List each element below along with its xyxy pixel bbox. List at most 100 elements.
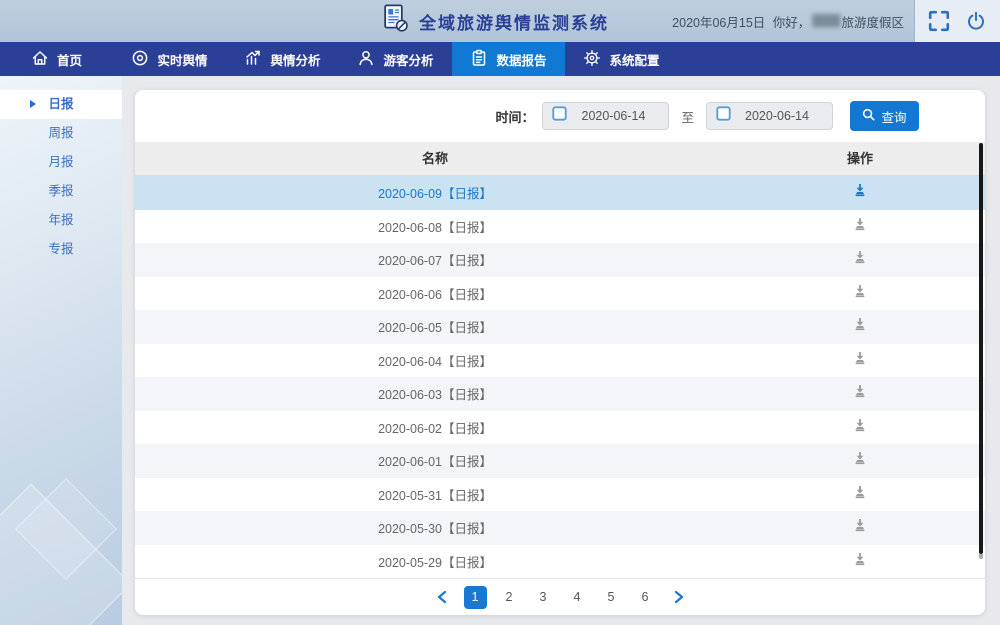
report-name-link[interactable]: 2020-06-03【日报】 [135, 384, 735, 403]
table-row: 2020-06-07【日报】 [135, 243, 985, 277]
nav-tab-home[interactable]: 首页 [0, 42, 113, 76]
sidebar-item-label: 季报 [48, 184, 73, 198]
operation-cell [735, 217, 985, 236]
sidebar-item-weekly-report[interactable]: 周报 [0, 119, 122, 148]
column-header-name: 名称 [135, 142, 735, 175]
nav-tab-label: 系统配置 [609, 50, 659, 69]
power-icon[interactable] [963, 8, 989, 34]
search-button-label: 查询 [881, 107, 906, 126]
top-header: 全域旅游舆情监测系统 2020年06月15日 你好， ████ 旅游度假区 [0, 0, 1000, 42]
app-title: 全域旅游舆情监测系统 [419, 9, 609, 34]
search-icon [862, 108, 875, 124]
operation-cell [735, 317, 985, 336]
operation-cell [735, 485, 985, 504]
download-icon[interactable] [853, 250, 867, 264]
table-row: 2020-06-01【日报】 [135, 444, 985, 478]
download-icon[interactable] [853, 418, 867, 432]
end-date-value: 2020-06-14 [731, 109, 823, 123]
report-name-link[interactable]: 2020-05-30【日报】 [135, 518, 735, 537]
sidebar-item-annual-report[interactable]: 年报 [0, 206, 122, 235]
download-icon[interactable] [853, 552, 867, 566]
report-name-link[interactable]: 2020-06-07【日报】 [135, 250, 735, 269]
operation-cell [735, 451, 985, 470]
nav-tab-visitor-analysis[interactable]: 游客分析 [339, 42, 452, 76]
download-icon[interactable] [853, 284, 867, 298]
report-card: 时间： 2020-06-14 至 2020-06-14 [135, 90, 985, 615]
report-name-link[interactable]: 2020-05-31【日报】 [135, 485, 735, 504]
download-icon[interactable] [853, 183, 867, 197]
table-header: 名称 操作 [135, 142, 985, 176]
page-number-3[interactable]: 3 [532, 586, 555, 609]
report-name-link[interactable]: 2020-05-29【日报】 [135, 552, 735, 571]
operation-cell [735, 552, 985, 571]
operation-cell [735, 284, 985, 303]
download-icon[interactable] [853, 217, 867, 231]
report-name-link[interactable]: 2020-06-06【日报】 [135, 284, 735, 303]
table-row: 2020-06-04【日报】 [135, 344, 985, 378]
nav-tab-label: 数据报告 [496, 50, 546, 69]
pagination: 1 2 3 4 5 6 [135, 578, 985, 615]
main-nav: 首页 实时舆情 舆情分析 游客分析 数据报告 系统配置 [0, 42, 1000, 76]
table-row: 2020-06-02【日报】 [135, 411, 985, 445]
start-date-input[interactable]: 2020-06-14 [542, 102, 669, 130]
operation-cell [735, 518, 985, 537]
sidebar-item-quarterly-report[interactable]: 季报 [0, 177, 122, 206]
report-name-link[interactable]: 2020-06-01【日报】 [135, 451, 735, 470]
report-name-link[interactable]: 2020-06-08【日报】 [135, 217, 735, 236]
content-row: 日报 周报 月报 季报 年报 专报 时间： [0, 76, 1000, 625]
page-number-1[interactable]: 1 [464, 586, 487, 609]
greeting-text: 你好， [773, 12, 811, 31]
operation-cell [735, 384, 985, 403]
report-name-link[interactable]: 2020-06-05【日报】 [135, 317, 735, 336]
main-area: 时间： 2020-06-14 至 2020-06-14 [122, 76, 1000, 625]
download-icon[interactable] [853, 518, 867, 532]
sidebar-item-label: 周报 [48, 126, 73, 140]
table-row: 2020-06-05【日报】 [135, 310, 985, 344]
table-row: 2020-06-09【日报】 [135, 176, 985, 210]
end-date-input[interactable]: 2020-06-14 [706, 102, 833, 130]
table-row: 2020-06-03【日报】 [135, 377, 985, 411]
time-filter-label: 时间： [495, 107, 534, 126]
nav-tab-label: 实时舆情 [157, 50, 207, 69]
page-number-6[interactable]: 6 [634, 586, 657, 609]
nav-tab-opinion-analysis[interactable]: 舆情分析 [226, 42, 339, 76]
current-date: 2020年06月15日 [672, 12, 765, 31]
page-number-5[interactable]: 5 [600, 586, 623, 609]
download-icon[interactable] [853, 317, 867, 331]
page-number-2[interactable]: 2 [498, 586, 521, 609]
report-name-link[interactable]: 2020-06-04【日报】 [135, 351, 735, 370]
next-page-button[interactable] [668, 586, 690, 608]
sidebar-item-daily-report[interactable]: 日报 [0, 90, 122, 119]
table-row: 2020-06-08【日报】 [135, 210, 985, 244]
eye-icon [131, 49, 149, 70]
report-name-link[interactable]: 2020-06-09【日报】 [135, 183, 735, 202]
chart-icon [244, 49, 262, 70]
calendar-icon [716, 106, 731, 126]
sidebar-item-special-report[interactable]: 专报 [0, 235, 122, 264]
page-number-4[interactable]: 4 [566, 586, 589, 609]
nav-tab-data-report[interactable]: 数据报告 [452, 42, 565, 76]
gear-icon [583, 49, 601, 70]
fullscreen-icon[interactable] [926, 8, 952, 34]
to-label: 至 [681, 107, 694, 126]
download-icon[interactable] [853, 451, 867, 465]
header-action-panel [914, 0, 1000, 42]
nav-tab-label: 游客分析 [383, 50, 433, 69]
operation-cell [735, 418, 985, 437]
nav-tab-realtime-opinion[interactable]: 实时舆情 [113, 42, 226, 76]
search-button[interactable]: 查询 [850, 101, 919, 131]
download-icon[interactable] [853, 351, 867, 365]
prev-page-button[interactable] [431, 586, 453, 608]
table-body: 2020-06-09【日报】 2020-06-08【日报】 [135, 176, 985, 578]
report-name-link[interactable]: 2020-06-02【日报】 [135, 418, 735, 437]
download-icon[interactable] [853, 485, 867, 499]
sidebar-item-label: 专报 [48, 242, 73, 256]
app-logo-title: 全域旅游舆情监测系统 [382, 0, 609, 42]
sidebar-item-monthly-report[interactable]: 月报 [0, 148, 122, 177]
org-suffix: 旅游度假区 [841, 12, 904, 31]
nav-tab-system-config[interactable]: 系统配置 [565, 42, 678, 76]
table-scrollbar[interactable] [979, 143, 983, 554]
download-icon[interactable] [853, 384, 867, 398]
table-row: 2020-06-06【日报】 [135, 277, 985, 311]
column-header-operation: 操作 [735, 142, 985, 175]
